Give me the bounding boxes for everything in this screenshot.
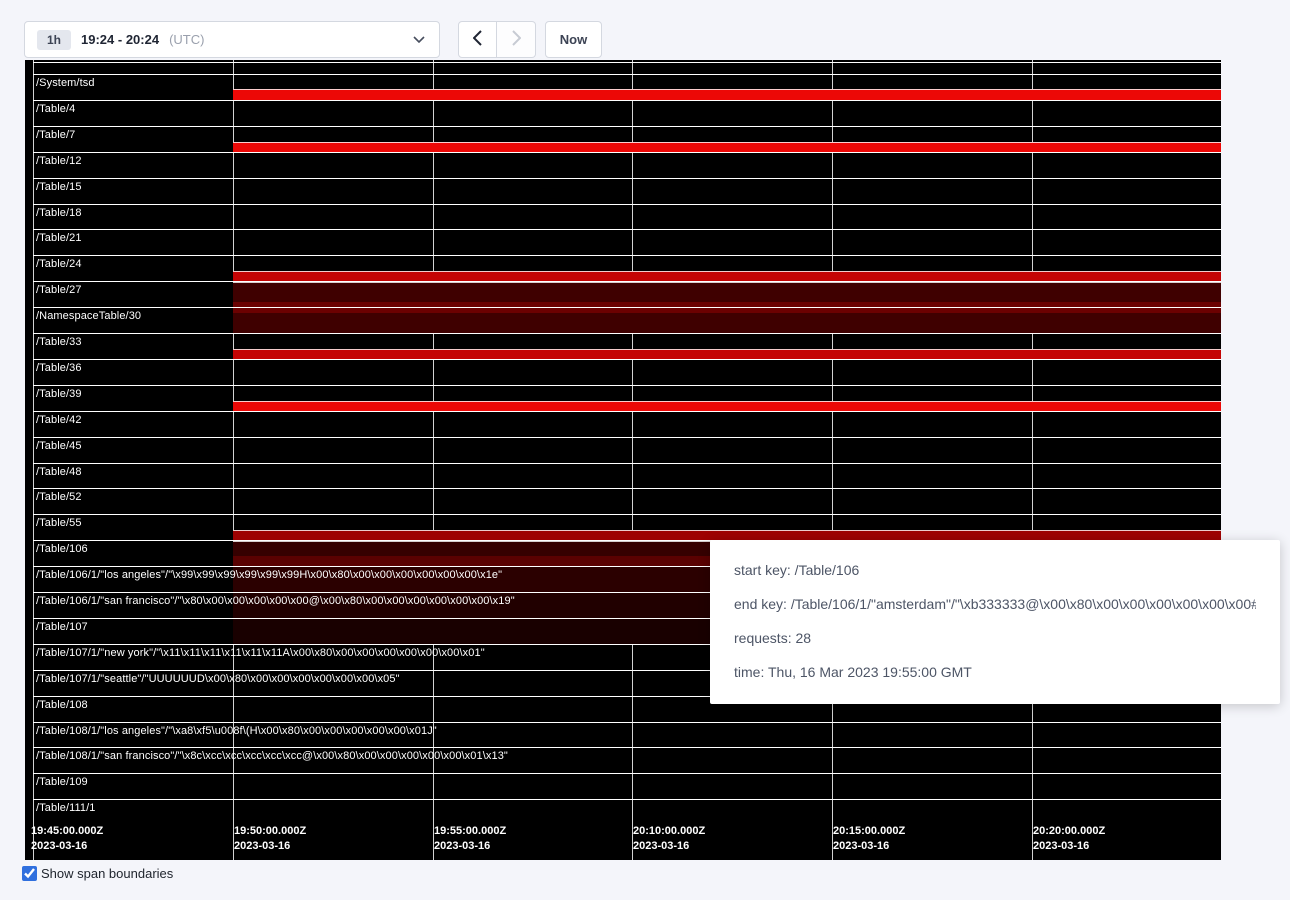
time-axis-layer: 19:45:00.000Z 2023-03-16 19:50:00.000Z 2… <box>25 60 1221 860</box>
timezone-label: (UTC) <box>169 32 204 47</box>
tick-date-label: 2023-03-16 <box>633 839 705 854</box>
duration-badge: 1h <box>37 30 71 50</box>
key-visualizer-canvas[interactable]: /System/tsd /Table/4 /Table/7 /Table/12 … <box>25 60 1221 860</box>
time-tick: 19:55:00.000Z 2023-03-16 <box>434 824 506 854</box>
tick-date-label: 2023-03-16 <box>833 839 905 854</box>
tick-time-label: 19:55:00.000Z <box>434 824 506 839</box>
now-button[interactable]: Now <box>545 21 602 58</box>
chevron-right-icon <box>512 30 521 49</box>
tick-time-label: 19:50:00.000Z <box>234 824 306 839</box>
checkbox-label: Show span boundaries <box>41 866 173 881</box>
time-tick: 20:20:00.000Z 2023-03-16 <box>1033 824 1105 854</box>
key-visualizer-page: 1h 19:24 - 20:24 (UTC) Now <box>0 0 1290 900</box>
tick-date-label: 2023-03-16 <box>434 839 506 854</box>
tick-date-label: 2023-03-16 <box>234 839 306 854</box>
next-time-button[interactable] <box>497 21 536 58</box>
tick-time-label: 19:45:00.000Z <box>31 824 103 839</box>
time-tick: 19:50:00.000Z 2023-03-16 <box>234 824 306 854</box>
tick-time-label: 20:15:00.000Z <box>833 824 905 839</box>
tick-date-label: 2023-03-16 <box>31 839 103 854</box>
time-range-label: 19:24 - 20:24 <box>81 32 159 47</box>
tooltip-line: time: Thu, 16 Mar 2023 19:55:00 GMT <box>734 655 1256 689</box>
time-tick: 20:10:00.000Z 2023-03-16 <box>633 824 705 854</box>
prev-time-button[interactable] <box>458 21 497 58</box>
bucket-tooltip: start key: /Table/106 end key: /Table/10… <box>710 540 1280 704</box>
chevron-down-icon <box>413 36 425 43</box>
tick-date-label: 2023-03-16 <box>1033 839 1105 854</box>
time-tick: 19:45:00.000Z 2023-03-16 <box>31 824 103 854</box>
time-window-select[interactable]: 1h 19:24 - 20:24 (UTC) <box>24 21 440 58</box>
show-span-boundaries-control: Show span boundaries <box>22 866 173 881</box>
tick-time-label: 20:20:00.000Z <box>1033 824 1105 839</box>
show-span-boundaries-checkbox[interactable] <box>22 866 37 881</box>
chevron-left-icon <box>473 30 482 49</box>
toolbar: 1h 19:24 - 20:24 (UTC) Now <box>24 21 602 58</box>
tooltip-line: start key: /Table/106 <box>734 553 1256 587</box>
tooltip-line: requests: 28 <box>734 621 1256 655</box>
time-nav-group <box>458 21 536 58</box>
time-tick: 20:15:00.000Z 2023-03-16 <box>833 824 905 854</box>
tick-time-label: 20:10:00.000Z <box>633 824 705 839</box>
tooltip-line: end key: /Table/106/1/"amsterdam"/"\xb33… <box>734 587 1256 621</box>
